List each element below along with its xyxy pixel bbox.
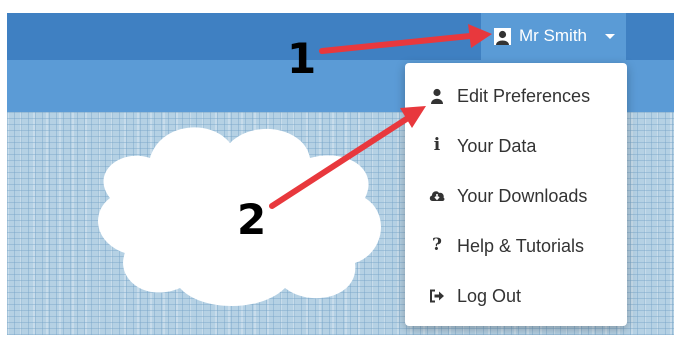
cloud-download-icon	[429, 191, 445, 201]
menu-item-help-tutorials[interactable]: ? Help & Tutorials	[405, 221, 627, 271]
callout-number-2: 2	[237, 195, 267, 244]
caret-down-icon	[605, 34, 615, 39]
user-name: Mr Smith	[519, 26, 587, 45]
menu-item-label: Help & Tutorials	[457, 236, 585, 256]
menu-item-label: Log Out	[457, 286, 522, 306]
user-icon	[431, 88, 443, 104]
info-icon: i	[433, 135, 441, 155]
menu-item-label: Edit Preferences	[457, 86, 591, 106]
user-silhouette-icon	[494, 28, 511, 45]
menu-item-your-downloads[interactable]: Your Downloads	[405, 171, 627, 221]
menu-item-label: Your Data	[457, 136, 537, 156]
app-screenshot: Mr Smith Edit Preferences i Your Data Yo…	[7, 13, 674, 335]
question-icon: ?	[432, 235, 442, 255]
menu-item-label: Your Downloads	[457, 186, 588, 206]
menu-item-log-out[interactable]: Log Out	[405, 271, 627, 321]
sign-out-icon	[430, 289, 444, 303]
user-menu-toggle[interactable]: Mr Smith	[481, 13, 626, 60]
menu-item-edit-preferences[interactable]: Edit Preferences	[405, 71, 627, 121]
user-dropdown-menu: Edit Preferences i Your Data Your Downlo…	[405, 63, 627, 326]
callout-number-1: 1	[287, 34, 317, 83]
menu-item-your-data[interactable]: i Your Data	[405, 121, 627, 171]
